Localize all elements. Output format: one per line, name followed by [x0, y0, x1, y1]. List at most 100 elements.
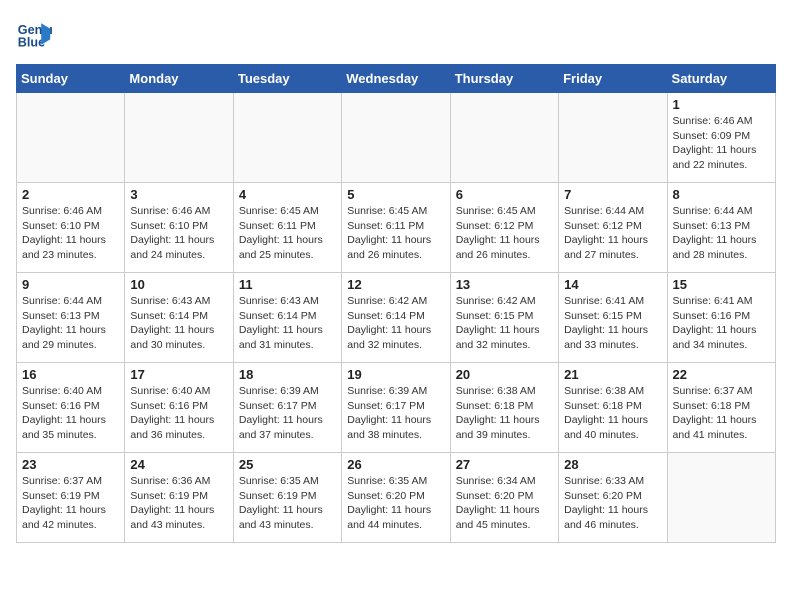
calendar-cell: 6Sunrise: 6:45 AM Sunset: 6:12 PM Daylig…	[450, 183, 558, 273]
calendar-cell	[17, 93, 125, 183]
day-number: 28	[564, 457, 661, 472]
header: General Blue	[16, 16, 776, 52]
day-info: Sunrise: 6:43 AM Sunset: 6:14 PM Dayligh…	[130, 294, 227, 353]
day-number: 7	[564, 187, 661, 202]
day-info: Sunrise: 6:45 AM Sunset: 6:11 PM Dayligh…	[239, 204, 336, 263]
calendar-week-3: 9 Sunrise: 6:44 AM Sunset: 6:13 PM Daylig…	[17, 273, 776, 363]
day-number: 24	[130, 457, 227, 472]
logo: General Blue	[16, 16, 54, 52]
calendar-cell: 13 Sunrise: 6:42 AM Sunset: 6:15 PM Dayli…	[450, 273, 558, 363]
day-number: 20	[456, 367, 553, 382]
calendar-cell: 25Sunrise: 6:35 AM Sunset: 6:19 PM Dayli…	[233, 453, 341, 543]
day-info: Sunrise: 6:38 AM Sunset: 6:18 PM Dayligh…	[456, 384, 553, 443]
weekday-monday: Monday	[125, 65, 233, 93]
calendar-cell: 15 Sunrise: 6:41 AM Sunset: 6:16 PM Dayli…	[667, 273, 775, 363]
day-number: 23	[22, 457, 119, 472]
day-info: Sunrise: 6:37 AM Sunset: 6:19 PM Dayligh…	[22, 474, 119, 533]
day-number: 18	[239, 367, 336, 382]
day-number: 25	[239, 457, 336, 472]
calendar-cell: 16 Sunrise: 6:40 AM Sunset: 6:16 PM Dayli…	[17, 363, 125, 453]
calendar-cell: 22 Sunrise: 6:37 AM Sunset: 6:18 PM Dayli…	[667, 363, 775, 453]
day-info: Sunrise: 6:44 AM Sunset: 6:13 PM Dayligh…	[22, 294, 119, 353]
day-info: Sunrise: 6:42 AM Sunset: 6:15 PM Dayligh…	[456, 294, 553, 353]
weekday-friday: Friday	[559, 65, 667, 93]
calendar-cell	[559, 93, 667, 183]
day-info: Sunrise: 6:43 AM Sunset: 6:14 PM Dayligh…	[239, 294, 336, 353]
day-number: 3	[130, 187, 227, 202]
day-number: 17	[130, 367, 227, 382]
day-number: 11	[239, 277, 336, 292]
day-number: 2	[22, 187, 119, 202]
day-info: Sunrise: 6:45 AM Sunset: 6:11 PM Dayligh…	[347, 204, 444, 263]
day-info: Sunrise: 6:37 AM Sunset: 6:18 PM Dayligh…	[673, 384, 770, 443]
day-info: Sunrise: 6:39 AM Sunset: 6:17 PM Dayligh…	[239, 384, 336, 443]
day-number: 10	[130, 277, 227, 292]
day-number: 1	[673, 97, 770, 112]
day-info: Sunrise: 6:46 AM Sunset: 6:09 PM Dayligh…	[673, 114, 770, 173]
day-info: Sunrise: 6:46 AM Sunset: 6:10 PM Dayligh…	[22, 204, 119, 263]
calendar-body: 1 Sunrise: 6:46 AM Sunset: 6:09 PM Daylig…	[17, 93, 776, 543]
calendar-week-5: 23 Sunrise: 6:37 AM Sunset: 6:19 PM Dayli…	[17, 453, 776, 543]
weekday-wednesday: Wednesday	[342, 65, 450, 93]
day-number: 12	[347, 277, 444, 292]
calendar-cell: 14 Sunrise: 6:41 AM Sunset: 6:15 PM Dayli…	[559, 273, 667, 363]
calendar-cell: 2 Sunrise: 6:46 AM Sunset: 6:10 PM Daylig…	[17, 183, 125, 273]
calendar-cell: 19Sunrise: 6:39 AM Sunset: 6:17 PM Dayli…	[342, 363, 450, 453]
day-number: 19	[347, 367, 444, 382]
calendar-cell: 28Sunrise: 6:33 AM Sunset: 6:20 PM Dayli…	[559, 453, 667, 543]
day-info: Sunrise: 6:38 AM Sunset: 6:18 PM Dayligh…	[564, 384, 661, 443]
day-info: Sunrise: 6:45 AM Sunset: 6:12 PM Dayligh…	[456, 204, 553, 263]
calendar-cell: 27 Sunrise: 6:34 AM Sunset: 6:20 PM Dayli…	[450, 453, 558, 543]
day-number: 15	[673, 277, 770, 292]
calendar-cell: 20 Sunrise: 6:38 AM Sunset: 6:18 PM Dayli…	[450, 363, 558, 453]
day-number: 4	[239, 187, 336, 202]
day-info: Sunrise: 6:42 AM Sunset: 6:14 PM Dayligh…	[347, 294, 444, 353]
weekday-tuesday: Tuesday	[233, 65, 341, 93]
weekday-saturday: Saturday	[667, 65, 775, 93]
calendar-cell: 7 Sunrise: 6:44 AM Sunset: 6:12 PM Daylig…	[559, 183, 667, 273]
day-number: 27	[456, 457, 553, 472]
calendar-week-2: 2 Sunrise: 6:46 AM Sunset: 6:10 PM Daylig…	[17, 183, 776, 273]
calendar-cell	[125, 93, 233, 183]
calendar-week-4: 16 Sunrise: 6:40 AM Sunset: 6:16 PM Dayli…	[17, 363, 776, 453]
day-info: Sunrise: 6:41 AM Sunset: 6:15 PM Dayligh…	[564, 294, 661, 353]
logo-icon: General Blue	[16, 16, 52, 52]
calendar-cell: 8 Sunrise: 6:44 AM Sunset: 6:13 PM Daylig…	[667, 183, 775, 273]
calendar-cell	[450, 93, 558, 183]
calendar-cell: 12 Sunrise: 6:42 AM Sunset: 6:14 PM Dayli…	[342, 273, 450, 363]
calendar-cell: 10 Sunrise: 6:43 AM Sunset: 6:14 PM Dayli…	[125, 273, 233, 363]
calendar-cell	[667, 453, 775, 543]
day-info: Sunrise: 6:44 AM Sunset: 6:13 PM Dayligh…	[673, 204, 770, 263]
calendar-cell: 11 Sunrise: 6:43 AM Sunset: 6:14 PM Dayli…	[233, 273, 341, 363]
day-info: Sunrise: 6:35 AM Sunset: 6:20 PM Dayligh…	[347, 474, 444, 533]
day-number: 8	[673, 187, 770, 202]
calendar-cell: 4 Sunrise: 6:45 AM Sunset: 6:11 PM Daylig…	[233, 183, 341, 273]
weekday-sunday: Sunday	[17, 65, 125, 93]
day-info: Sunrise: 6:40 AM Sunset: 6:16 PM Dayligh…	[130, 384, 227, 443]
svg-text:Blue: Blue	[18, 36, 45, 50]
day-number: 13	[456, 277, 553, 292]
weekday-thursday: Thursday	[450, 65, 558, 93]
day-number: 5	[347, 187, 444, 202]
day-number: 14	[564, 277, 661, 292]
day-info: Sunrise: 6:34 AM Sunset: 6:20 PM Dayligh…	[456, 474, 553, 533]
calendar-cell: 5 Sunrise: 6:45 AM Sunset: 6:11 PM Daylig…	[342, 183, 450, 273]
weekday-header-row: SundayMondayTuesdayWednesdayThursdayFrid…	[17, 65, 776, 93]
day-info: Sunrise: 6:41 AM Sunset: 6:16 PM Dayligh…	[673, 294, 770, 353]
calendar-cell: 1 Sunrise: 6:46 AM Sunset: 6:09 PM Daylig…	[667, 93, 775, 183]
day-info: Sunrise: 6:46 AM Sunset: 6:10 PM Dayligh…	[130, 204, 227, 263]
calendar-cell: 21 Sunrise: 6:38 AM Sunset: 6:18 PM Dayli…	[559, 363, 667, 453]
calendar-cell: 24 Sunrise: 6:36 AM Sunset: 6:19 PM Dayli…	[125, 453, 233, 543]
day-number: 16	[22, 367, 119, 382]
day-info: Sunrise: 6:44 AM Sunset: 6:12 PM Dayligh…	[564, 204, 661, 263]
calendar-cell: 9 Sunrise: 6:44 AM Sunset: 6:13 PM Daylig…	[17, 273, 125, 363]
calendar-table: SundayMondayTuesdayWednesdayThursdayFrid…	[16, 64, 776, 543]
calendar-cell: 3 Sunrise: 6:46 AM Sunset: 6:10 PM Daylig…	[125, 183, 233, 273]
day-info: Sunrise: 6:36 AM Sunset: 6:19 PM Dayligh…	[130, 474, 227, 533]
day-number: 21	[564, 367, 661, 382]
calendar-cell: 17 Sunrise: 6:40 AM Sunset: 6:16 PM Dayli…	[125, 363, 233, 453]
day-number: 22	[673, 367, 770, 382]
day-number: 9	[22, 277, 119, 292]
day-info: Sunrise: 6:40 AM Sunset: 6:16 PM Dayligh…	[22, 384, 119, 443]
calendar-cell: 23 Sunrise: 6:37 AM Sunset: 6:19 PM Dayli…	[17, 453, 125, 543]
